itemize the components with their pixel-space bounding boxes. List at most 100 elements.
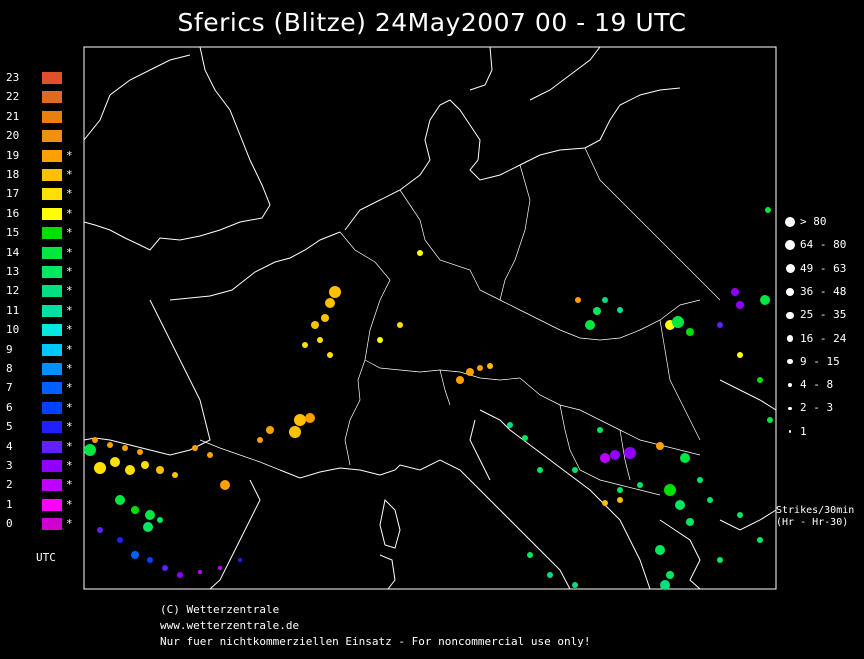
strike-dot — [131, 506, 139, 514]
utc-hour-label: 18 — [6, 168, 20, 181]
strike-dot — [637, 482, 643, 488]
utc-legend-row: 12 * — [0, 284, 80, 298]
size-legend-dot — [785, 287, 795, 296]
utc-hour-label: 22 — [6, 90, 20, 104]
utc-hour-label: 20 — [6, 129, 20, 143]
utc-hour-label: 0 — [6, 517, 13, 531]
utc-color-swatch — [42, 401, 62, 414]
utc-hour-label: 19 — [6, 148, 20, 162]
strike-dot — [527, 552, 533, 558]
utc-active-marker: * — [66, 245, 73, 259]
strike-dot — [760, 295, 770, 305]
strike-dot — [477, 365, 483, 371]
strike-dot — [736, 301, 744, 309]
strike-dot — [537, 467, 543, 473]
size-legend-label: 25 - 35 — [800, 308, 847, 322]
strike-dot — [125, 465, 135, 475]
size-legend-dot — [788, 406, 792, 411]
strike-dot — [317, 337, 323, 343]
strike-dot — [198, 570, 202, 574]
size-legend-dot — [784, 216, 796, 228]
strike-dot — [397, 322, 403, 328]
strike-dot — [737, 352, 743, 358]
utc-active-marker: * — [66, 420, 73, 434]
utc-active-marker: * — [66, 168, 73, 181]
strike-dot — [417, 250, 423, 256]
utc-active-marker: * — [66, 187, 73, 201]
utc-hour-label: 2 — [6, 478, 13, 492]
utc-hour-label: 17 — [6, 187, 20, 201]
utc-legend-row: 10 * — [0, 323, 80, 337]
utc-color-swatch — [42, 110, 62, 123]
strike-dot — [680, 453, 690, 463]
utc-active-marker: * — [66, 206, 73, 220]
strike-dot — [757, 377, 763, 383]
size-legend-row: 1 — [784, 425, 864, 439]
utc-active-marker: * — [66, 497, 73, 511]
size-legend-dot — [785, 240, 795, 251]
strike-dot — [575, 297, 581, 303]
utc-hour-label: 16 — [6, 206, 20, 220]
strike-dot — [305, 413, 315, 423]
utc-active-marker: * — [66, 478, 73, 492]
size-legend-label: 4 - 8 — [800, 378, 834, 392]
strike-dot — [707, 497, 713, 503]
utc-color-swatch — [42, 72, 62, 84]
lightning-map — [83, 46, 777, 590]
strike-dot — [593, 307, 601, 315]
utc-legend-row: 2 * — [0, 478, 80, 492]
strike-dot — [162, 565, 168, 571]
strike-dot — [218, 566, 222, 570]
utc-color-swatch — [42, 440, 62, 453]
strike-dot — [84, 444, 96, 456]
size-legend-row: 36 - 48 — [784, 285, 864, 299]
utc-color-swatch — [42, 498, 62, 511]
utc-active-marker: * — [66, 400, 73, 414]
size-legend-row: 9 - 15 — [784, 355, 864, 369]
utc-color-swatch — [42, 363, 62, 375]
strike-dot — [97, 527, 103, 533]
utc-color-swatch — [42, 246, 62, 259]
utc-active-marker: * — [66, 148, 73, 162]
strike-dot — [207, 452, 213, 458]
utc-active-marker: * — [66, 517, 73, 531]
utc-legend-row: 18 * — [0, 168, 80, 182]
utc-color-swatch — [42, 324, 62, 337]
strike-dot — [220, 480, 230, 490]
strike-dot — [765, 207, 771, 213]
utc-hour-label: 23 — [6, 71, 20, 84]
utc-legend-row: 7 * — [0, 381, 80, 395]
strike-dot — [686, 328, 694, 336]
size-legend-label: 9 - 15 — [800, 354, 840, 368]
utc-legend-row: 4 * — [0, 440, 80, 454]
utc-color-swatch — [42, 266, 62, 278]
utc-hour-label: 6 — [6, 400, 13, 414]
strike-dot — [466, 368, 474, 376]
strike-dot — [767, 417, 773, 423]
utc-hour-label: 5 — [6, 420, 13, 434]
utc-legend-row: 8 * — [0, 362, 80, 376]
utc-active-marker: * — [66, 439, 73, 453]
utc-legend-row: 13 * — [0, 265, 80, 279]
strike-dot — [597, 427, 603, 433]
size-legend-label: > 80 — [800, 215, 827, 228]
strike-dot — [110, 457, 120, 467]
strike-dot — [675, 500, 685, 510]
utc-active-marker: * — [66, 381, 73, 395]
strike-dot — [610, 450, 620, 460]
utc-hour-label: 11 — [6, 303, 20, 317]
strike-dot — [329, 286, 341, 298]
strike-dot — [602, 297, 608, 303]
utc-color-swatch — [42, 460, 62, 472]
strike-dot — [717, 557, 723, 563]
utc-legend-row: 23 — [0, 71, 80, 85]
utc-color-swatch — [42, 285, 62, 298]
strike-dot — [137, 449, 143, 455]
utc-active-marker: * — [66, 362, 73, 375]
strike-dot — [141, 461, 149, 469]
utc-active-marker: * — [66, 226, 73, 240]
strike-dot — [757, 537, 763, 543]
utc-color-swatch — [42, 149, 62, 162]
lightning-strikes — [84, 207, 773, 590]
strike-dot — [92, 437, 98, 443]
